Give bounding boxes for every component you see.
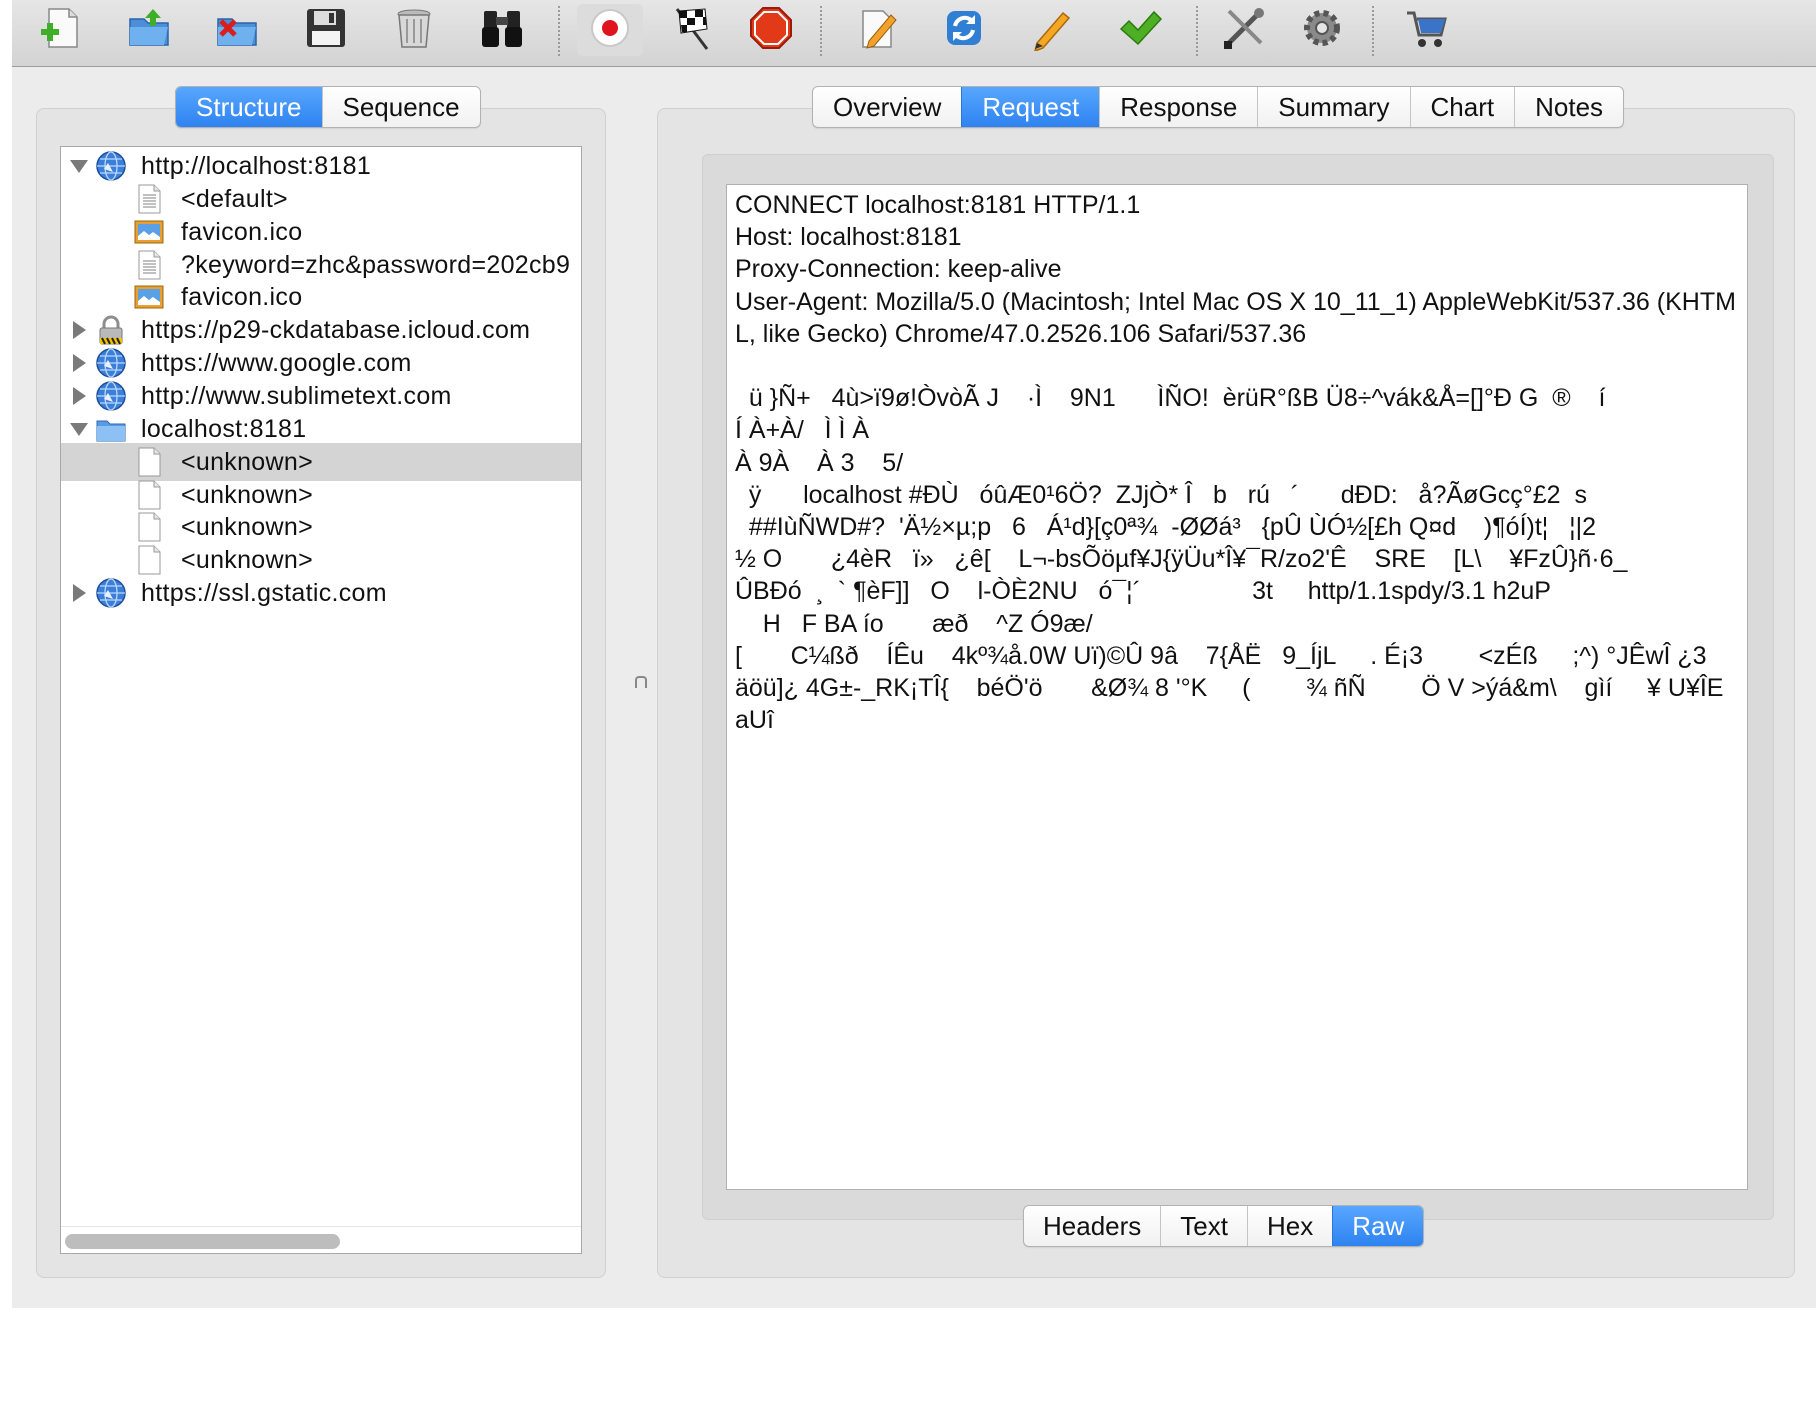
raw-request-view[interactable]: CONNECT localhost:8181 HTTP/1.1 Host: lo…: [726, 184, 1748, 1190]
tab-sequence[interactable]: Sequence: [321, 87, 480, 127]
tab-request[interactable]: Request: [961, 87, 1100, 127]
open-session-button[interactable]: [124, 4, 176, 56]
toolbar-separator: [558, 6, 560, 56]
record-button[interactable]: [577, 4, 643, 56]
expand-triangle-icon[interactable]: [73, 321, 86, 340]
globe-icon: [95, 380, 127, 412]
tab-response[interactable]: Response: [1099, 87, 1257, 127]
stop-sign-icon: [748, 5, 794, 56]
app-window: Structure Sequence http://localhost:8181…: [12, 0, 1816, 1308]
expand-triangle-icon[interactable]: [73, 386, 86, 405]
new-document-icon: [39, 5, 85, 56]
refresh-icon: [941, 5, 987, 56]
open-folder-icon: [127, 5, 173, 56]
trash-can-icon: [391, 5, 437, 56]
scrollbar-track: [61, 1226, 581, 1227]
tab-summary[interactable]: Summary: [1257, 87, 1409, 127]
repeat-button[interactable]: [938, 4, 990, 56]
toolbar-separator: [1196, 6, 1198, 56]
save-session-button[interactable]: [300, 4, 352, 56]
image-icon: [133, 281, 165, 313]
text-document-icon: [133, 249, 165, 281]
tree-row[interactable]: https://ssl.gstatic.com: [61, 574, 581, 612]
blank-document-icon: [133, 446, 165, 478]
folder-icon: [95, 413, 127, 445]
blank-document-icon: [133, 479, 165, 511]
tools-button[interactable]: [1218, 4, 1270, 56]
detail-tabs: Overview Request Response Summary Chart …: [812, 86, 1625, 128]
raw-request-text: CONNECT localhost:8181 HTTP/1.1 Host: lo…: [735, 191, 1736, 735]
tab-text[interactable]: Text: [1160, 1206, 1247, 1246]
toolbar: [12, 0, 1816, 67]
text-document-icon: [133, 183, 165, 215]
tab-headers[interactable]: Headers: [1024, 1206, 1160, 1246]
edit-button[interactable]: [852, 4, 904, 56]
find-button[interactable]: [476, 4, 528, 56]
globe-icon: [95, 577, 127, 609]
close-folder-icon: [215, 5, 261, 56]
panel-splitter-handle[interactable]: [635, 676, 647, 688]
structure-tree[interactable]: http://localhost:8181 <default> favicon.ic…: [60, 146, 582, 1254]
tab-chart[interactable]: Chart: [1409, 87, 1515, 127]
image-icon: [133, 216, 165, 248]
throttle-button[interactable]: [668, 4, 720, 56]
settings-button[interactable]: [1296, 4, 1348, 56]
edit-document-icon: [855, 5, 901, 56]
collapse-triangle-icon[interactable]: [70, 422, 88, 436]
expand-triangle-icon[interactable]: [73, 584, 86, 603]
view-mode-tabs: Structure Sequence: [175, 86, 481, 128]
globe-icon: [95, 347, 127, 379]
tab-notes[interactable]: Notes: [1514, 87, 1623, 127]
tab-structure[interactable]: Structure: [176, 87, 322, 127]
horizontal-scrollbar[interactable]: [65, 1234, 340, 1249]
validate-button[interactable]: [1114, 4, 1166, 56]
checkmark-icon: [1117, 5, 1163, 56]
globe-icon: [95, 150, 127, 182]
checkered-flag-icon: [671, 5, 717, 56]
shop-button[interactable]: [1400, 4, 1452, 56]
close-session-button[interactable]: [212, 4, 264, 56]
binoculars-icon: [479, 5, 525, 56]
blank-document-icon: [133, 511, 165, 543]
tab-raw[interactable]: Raw: [1332, 1206, 1424, 1246]
lock-icon: [95, 314, 127, 346]
toolbar-separator: [820, 6, 822, 56]
tab-overview[interactable]: Overview: [813, 87, 961, 127]
breakpoints-button[interactable]: [745, 4, 797, 56]
tab-hex[interactable]: Hex: [1246, 1206, 1332, 1246]
pencil-icon: [1029, 5, 1075, 56]
expand-triangle-icon[interactable]: [73, 354, 86, 373]
new-session-button[interactable]: [36, 4, 88, 56]
clear-button[interactable]: [388, 4, 440, 56]
gear-icon: [1299, 5, 1345, 56]
pencil-button[interactable]: [1026, 4, 1078, 56]
record-icon: [587, 5, 633, 56]
blank-document-icon: [133, 544, 165, 576]
tools-icon: [1221, 5, 1267, 56]
tree-row-label: https://ssl.gstatic.com: [141, 579, 387, 608]
collapse-triangle-icon[interactable]: [70, 160, 88, 173]
request-view-tabs: Headers Text Hex Raw: [1023, 1205, 1425, 1247]
toolbar-separator: [1372, 6, 1374, 56]
floppy-disk-icon: [303, 5, 349, 56]
shopping-cart-icon: [1403, 5, 1449, 56]
